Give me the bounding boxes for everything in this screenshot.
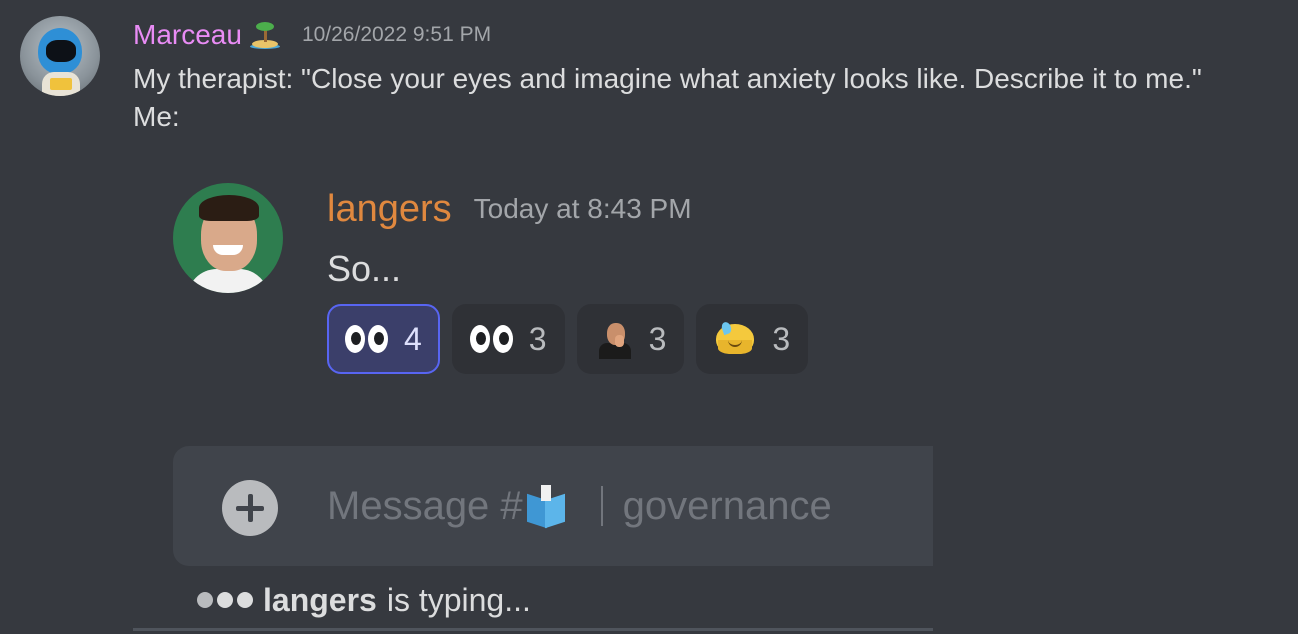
reaction-melting-face[interactable]: 3: [696, 304, 809, 374]
placeholder-channel-name: governance: [622, 483, 832, 528]
message-input[interactable]: Message # governance: [327, 476, 832, 536]
typing-username: langers: [263, 581, 377, 618]
message-text: My therapist: "Close your eyes and imagi…: [133, 63, 1202, 132]
embedded-username: langers: [327, 187, 452, 230]
message-timestamp: 10/26/2022 9:51 PM: [301, 23, 492, 46]
reaction-count: 3: [648, 320, 667, 357]
reaction-count: 3: [528, 320, 547, 357]
avatar[interactable]: [20, 16, 100, 96]
typing-text: is typing...: [386, 581, 531, 618]
chat-root: Marceau 10/26/2022 9:51 PM My therapist:…: [0, 0, 1298, 634]
thinking-man-icon: [595, 319, 633, 359]
eyes-icon: [345, 325, 388, 353]
ballot-box-icon: [525, 485, 567, 529]
reaction-count: 3: [772, 320, 791, 357]
embedded-timestamp: Today at 8:43 PM: [473, 193, 692, 224]
reaction-eyes-selected[interactable]: 4: [327, 304, 440, 374]
reaction-count: 4: [404, 320, 422, 357]
reaction-eyes[interactable]: 3: [451, 304, 565, 374]
reaction-thinking-man[interactable]: 3: [576, 304, 685, 374]
desert-island-icon: [249, 20, 280, 50]
melting-face-icon: [714, 320, 756, 358]
typing-dots-icon: [197, 592, 253, 608]
channel-divider: [600, 486, 603, 526]
reaction-bar: 4 3 3 3: [327, 304, 809, 374]
eyes-icon: [469, 325, 513, 353]
typing-indicator: langers is typing...: [197, 578, 531, 622]
embedded-message-header: langers Today at 8:43 PM: [327, 186, 692, 232]
embedded-message-text: So...: [327, 248, 402, 289]
divider: [133, 628, 933, 631]
plus-circle-icon[interactable]: [222, 480, 278, 536]
message-header: Marceau 10/26/2022 9:51 PM: [133, 16, 491, 54]
placeholder-prefix: Message #: [327, 483, 523, 528]
embedded-avatar: [173, 183, 283, 293]
username[interactable]: Marceau: [133, 19, 242, 51]
